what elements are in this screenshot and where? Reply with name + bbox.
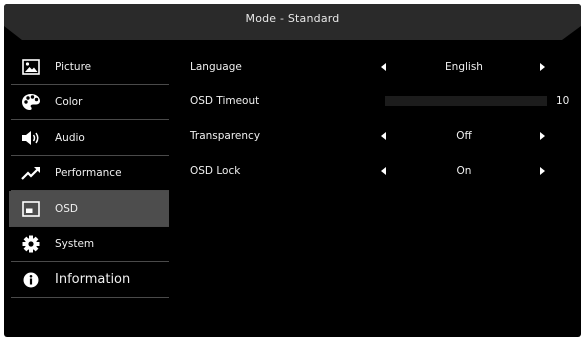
mode-title: Mode - Standard [245,12,340,25]
picture-icon [21,57,41,77]
speaker-icon [21,128,41,148]
arrow-left-icon[interactable] [381,167,386,175]
arrow-right-icon[interactable] [540,132,545,140]
trend-arrow-icon [21,163,41,183]
sidebar-item-label: Performance [55,167,122,180]
info-icon [21,270,41,290]
osd-timeout-label: OSD Timeout [190,95,260,107]
osd-lock-setting[interactable]: OSD Lock On [190,163,575,179]
sidebar-item-system[interactable]: System [9,227,169,263]
sidebar-item-label: System [55,238,95,251]
osd-timeout-setting[interactable]: OSD Timeout 10 [190,93,575,109]
language-label: Language [190,61,242,73]
sidebar-item-color[interactable]: Color [9,85,169,121]
sidebar-item-osd[interactable]: OSD [9,191,169,227]
palette-icon [21,92,41,112]
osd-timeout-slider-fill [385,96,402,106]
sidebar-item-audio[interactable]: Audio [9,120,169,156]
sidebar-item-label: Picture [55,60,92,73]
arrow-right-icon[interactable] [540,63,545,71]
arrow-right-icon[interactable] [540,167,545,175]
osd-lock-value: On [456,165,472,177]
osd-window-icon [21,199,41,219]
sidebar-item-label: Audio [55,131,85,144]
arrow-left-icon[interactable] [381,63,386,71]
sidebar-item-picture[interactable]: Picture [9,49,169,85]
sidebar-item-label: OSD [55,202,79,215]
sidebar-item-label: Color [55,96,83,109]
transparency-label: Transparency [190,130,261,142]
osd-timeout-slider[interactable] [385,96,547,106]
language-setting[interactable]: Language English [190,59,575,75]
arrow-left-icon[interactable] [381,132,386,140]
osd-menu: Mode - Standard Picture Color Audio Perf… [4,4,581,337]
gear-icon [21,234,41,254]
osd-timeout-value: 10 [556,95,570,107]
sidebar-item-information[interactable]: Information [9,262,169,298]
osd-header: Mode - Standard [4,4,581,40]
sidebar-item-performance[interactable]: Performance [9,156,169,192]
transparency-value: Off [456,130,472,142]
transparency-setting[interactable]: Transparency Off [190,128,575,144]
sidebar-item-label: Information [55,272,131,288]
language-value: English [445,61,483,73]
sidebar-menu: Picture Color Audio Performance OSD Syst… [9,49,169,298]
osd-lock-label: OSD Lock [190,165,241,177]
